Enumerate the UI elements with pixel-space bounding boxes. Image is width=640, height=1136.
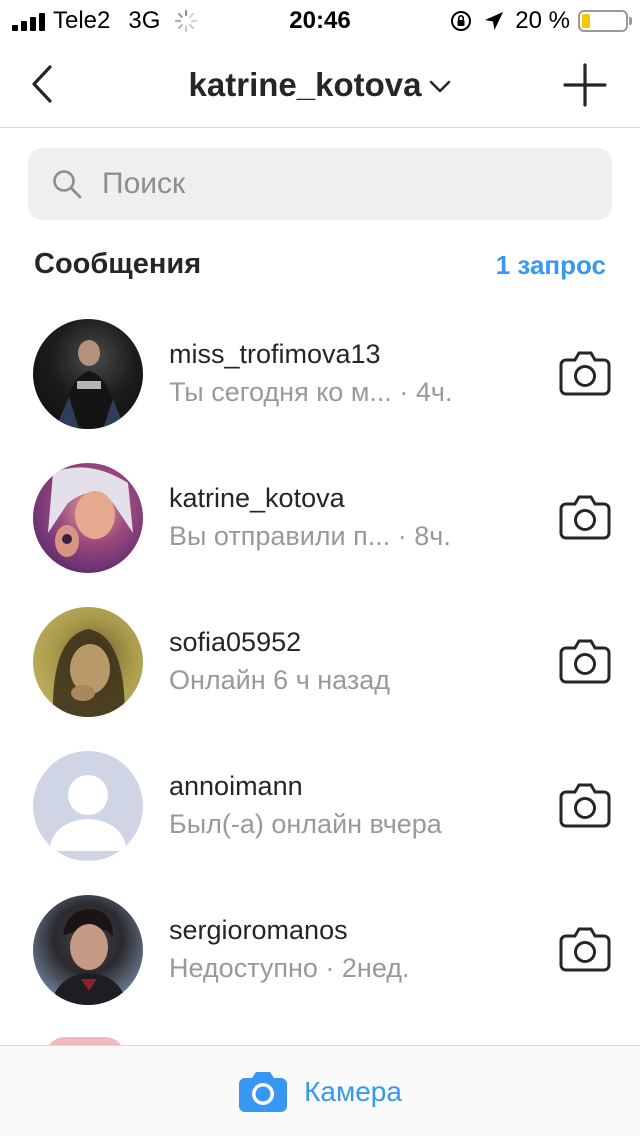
avatar bbox=[33, 319, 143, 429]
navigation-bar: katrine_kotova bbox=[0, 42, 640, 128]
conversation-preview: Вы отправили п... · 8ч. bbox=[169, 521, 451, 551]
camera-button[interactable] bbox=[558, 925, 612, 973]
camera-icon bbox=[559, 639, 611, 684]
location-arrow-icon bbox=[485, 12, 504, 30]
conversation-row[interactable]: sofia05952 Онлайн 6 ч назад bbox=[0, 607, 640, 751]
conversation-preview: Недоступно · 2нед. bbox=[169, 953, 410, 983]
conversation-username: sergioromanos bbox=[169, 915, 348, 945]
conversation-row[interactable]: miss_trofimova13 Ты сегодня ко м... · 4ч… bbox=[0, 319, 640, 463]
camera-button[interactable] bbox=[558, 637, 612, 685]
conversation-username: annoimann bbox=[169, 771, 303, 801]
section-title: Сообщения bbox=[34, 248, 202, 280]
conversation-username: miss_trofimova13 bbox=[169, 339, 381, 369]
conversation-username: katrine_kotova bbox=[169, 483, 345, 513]
avatar bbox=[33, 895, 143, 1005]
battery-level-fill bbox=[582, 14, 591, 28]
plus-icon bbox=[563, 63, 607, 107]
orientation-lock-icon bbox=[451, 11, 472, 31]
new-message-button[interactable] bbox=[562, 62, 608, 108]
camera-bar-content[interactable]: Камера bbox=[0, 1046, 640, 1136]
status-bar-right: 20 % bbox=[449, 6, 632, 36]
battery-icon bbox=[578, 10, 632, 32]
conversation-preview: Был(-а) онлайн вчера bbox=[169, 809, 442, 839]
search-icon bbox=[53, 170, 82, 199]
camera-button[interactable] bbox=[558, 781, 612, 829]
conversation-username: sofia05952 bbox=[169, 627, 302, 657]
camera-label: Камера bbox=[304, 1075, 402, 1107]
conversation-row[interactable]: sergioromanos Недоступно · 2нед. bbox=[0, 895, 640, 1039]
avatar bbox=[33, 751, 143, 861]
camera-bar[interactable]: Камера bbox=[0, 1045, 640, 1136]
camera-icon bbox=[559, 783, 611, 828]
camera-button[interactable] bbox=[558, 349, 612, 397]
conversation-row[interactable]: katrine_kotova Вы отправили п... · 8ч. bbox=[0, 463, 640, 607]
page-title: katrine_kotova bbox=[188, 66, 422, 103]
account-switcher[interactable]: katrine_kotova bbox=[0, 42, 640, 128]
conversation-preview: Онлайн 6 ч назад bbox=[169, 665, 391, 695]
camera-icon bbox=[559, 351, 611, 396]
avatar bbox=[33, 463, 143, 573]
camera-icon bbox=[559, 927, 611, 972]
camera-icon bbox=[559, 495, 611, 540]
battery-percent: 20 % bbox=[515, 7, 570, 34]
camera-button[interactable] bbox=[558, 493, 612, 541]
avatar bbox=[33, 607, 143, 717]
conversation-preview: Ты сегодня ко м... · 4ч. bbox=[169, 377, 453, 407]
chevron-down-icon bbox=[430, 80, 451, 93]
search-placeholder: Поиск bbox=[102, 167, 186, 200]
camera-filled-icon bbox=[239, 1071, 288, 1112]
message-requests-link[interactable]: 1 запрос bbox=[496, 250, 606, 281]
status-bar: Tele2 3G 20:46 20 % bbox=[0, 0, 640, 42]
conversation-row[interactable]: annoimann Был(-а) онлайн вчера bbox=[0, 751, 640, 895]
search-input[interactable]: Поиск bbox=[28, 148, 612, 220]
